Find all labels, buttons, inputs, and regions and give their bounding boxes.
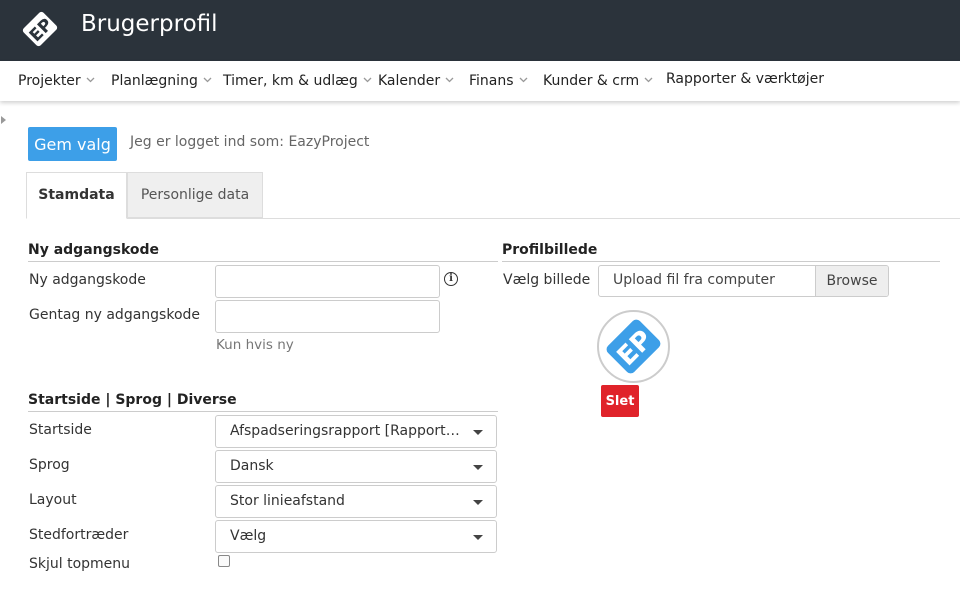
info-icon[interactable]: i — [444, 272, 458, 286]
caret-down-icon — [473, 465, 483, 470]
skjul-topmenu-label: Skjul topmenu — [29, 556, 131, 572]
startside-value: Afspadseringsrapport [Rapporter & værktø… — [230, 423, 466, 439]
skjul-topmenu-checkbox[interactable] — [218, 555, 230, 567]
menu-item-label: Finans — [469, 73, 514, 89]
chevron-down-icon — [519, 71, 528, 87]
save-button[interactable]: Gem valg — [28, 127, 117, 161]
menu-item-kunder[interactable]: Kunder & crm — [543, 71, 653, 89]
page-title: Brugerprofil — [81, 11, 218, 37]
chevron-down-icon — [445, 71, 454, 87]
sprog-label: Sprog — [29, 457, 70, 473]
menu-item-label: Kunder & crm — [543, 73, 640, 89]
new-password-label: Ny adgangskode — [29, 272, 146, 288]
menu-item-label: Projekter — [18, 73, 81, 89]
chevron-down-icon — [363, 71, 372, 87]
caret-down-icon — [473, 430, 483, 435]
menu-item-timer[interactable]: Timer, km & udlæg — [223, 71, 372, 89]
menu-item-label: Kalender — [378, 73, 441, 89]
layout-select[interactable]: Stor linieafstand — [215, 485, 497, 518]
app-header: EP Brugerprofil — [0, 0, 960, 61]
new-password-field[interactable] — [215, 265, 440, 298]
startside-label: Startside — [29, 422, 92, 438]
chevron-down-icon — [86, 71, 95, 87]
logged-in-text: Jeg er logget ind som: EazyProject — [130, 134, 370, 150]
menu-item-rapporter[interactable]: Rapporter & værktøjer — [666, 71, 824, 87]
menu-item-planlaegning[interactable]: Planlægning — [111, 71, 212, 89]
menu-item-label: Timer, km & udlæg — [223, 73, 358, 89]
choose-image-label: Vælg billede — [503, 272, 591, 288]
sidebar-toggle-icon[interactable] — [1, 116, 6, 124]
sprog-select[interactable]: Dansk — [215, 450, 497, 483]
section-title-password: Ny adgangskode — [28, 242, 498, 262]
startside-select[interactable]: Afspadseringsrapport [Rapporter & værktø… — [215, 415, 497, 448]
svg-text:EP: EP — [612, 325, 659, 372]
layout-value: Stor linieafstand — [230, 493, 345, 509]
tab-stamdata[interactable]: Stamdata — [26, 172, 127, 219]
password-hint: Kun hvis ny — [216, 337, 294, 353]
layout-label: Layout — [29, 492, 77, 508]
menu-item-projekter[interactable]: Projekter — [18, 71, 95, 89]
browse-button[interactable]: Browse — [815, 266, 888, 296]
stedfortraeder-value: Vælg — [230, 528, 267, 544]
repeat-password-field[interactable] — [215, 300, 440, 333]
menu-item-label: Rapporter & værktøjer — [666, 71, 824, 87]
stedfortraeder-select[interactable]: Vælg — [215, 520, 497, 553]
repeat-password-label: Gentag ny adgangskode — [29, 307, 201, 323]
sprog-value: Dansk — [230, 458, 274, 474]
stedfortraeder-label: Stedfortræder — [29, 527, 129, 543]
chevron-down-icon — [644, 71, 653, 87]
ep-logo-icon: EP — [606, 319, 661, 374]
caret-down-icon — [473, 535, 483, 540]
file-upload-field[interactable]: Upload fil fra computer Browse — [598, 265, 889, 297]
tab-personlige-data[interactable]: Personlige data — [127, 172, 263, 218]
section-title-startside: Startside | Sprog | Diverse — [28, 392, 498, 412]
tabs-divider — [26, 218, 960, 219]
svg-text:EP: EP — [26, 15, 57, 46]
chevron-down-icon — [203, 71, 212, 87]
avatar: EP — [597, 310, 670, 383]
delete-image-button[interactable]: Slet — [601, 385, 639, 417]
main-menu: Projekter Planlægning Timer, km & udlæg … — [0, 61, 960, 101]
section-title-profile: Profilbillede — [502, 242, 940, 262]
menu-item-label: Planlægning — [111, 73, 198, 89]
upload-placeholder: Upload fil fra computer — [613, 272, 775, 288]
menu-item-finans[interactable]: Finans — [469, 71, 528, 89]
caret-down-icon — [473, 500, 483, 505]
ep-logo-icon[interactable]: EP — [20, 9, 60, 49]
menu-item-kalender[interactable]: Kalender — [378, 71, 454, 89]
